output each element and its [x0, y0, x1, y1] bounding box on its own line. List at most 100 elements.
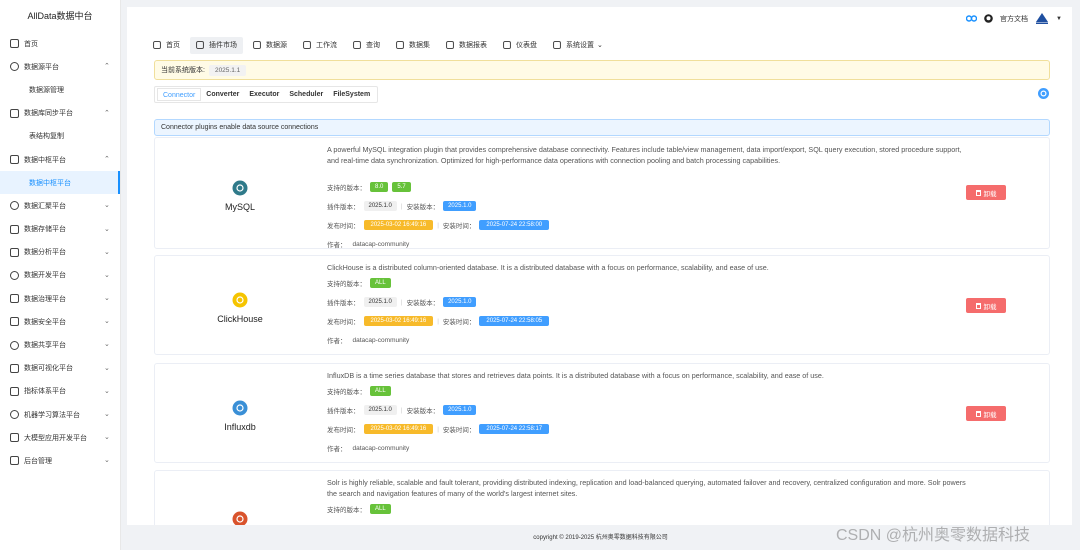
chevron-down-icon[interactable]: ▼	[1056, 16, 1062, 22]
tab-filesystem[interactable]: FileSystem	[328, 88, 375, 101]
sidebar-item-label: 数据开发平台	[24, 272, 66, 280]
publish-time-tag: 2025-03-02 16:49:16	[363, 220, 434, 230]
tab-scheduler[interactable]: Scheduler	[284, 88, 328, 101]
sidebar-item[interactable]: 数据安全平台 ⌄	[0, 310, 120, 333]
nav-item-label: 仪表盘	[516, 42, 537, 49]
sidebar-item-label: 数据汇聚平台	[24, 202, 66, 210]
workflow-icon	[303, 41, 311, 49]
author-value: datacap-community	[352, 336, 410, 344]
nav-item[interactable]: 数据源	[247, 37, 293, 54]
publish-time-label: 发布时间：	[327, 319, 360, 326]
plugin-type-tabs: Connector Converter Executor Scheduler FileS…	[154, 86, 379, 103]
sidebar-item[interactable]: 大模型应用开发平台 ⌄	[0, 426, 120, 449]
nav-item-label: 数据集	[409, 42, 430, 49]
sidebar-item-label: 数据安全平台	[24, 318, 66, 326]
uninstall-button[interactable]: 卸载	[966, 406, 1006, 421]
plugin-card: Solr is highly reliable, scalable and fa…	[154, 470, 1050, 525]
dataset-icon	[396, 41, 404, 49]
install-time-label: 安装时间：	[442, 319, 476, 326]
installed-version-tag: 2025.1.0	[443, 201, 477, 211]
trash-icon	[975, 302, 981, 309]
install-time-tag: 2025-07-24 22:58:17	[479, 424, 550, 434]
info-text: Connector plugins enable data source con…	[161, 124, 319, 131]
sidebar-item[interactable]: 数据源平台 ⌃	[0, 55, 120, 78]
sidebar-item[interactable]: 数据治理平台 ⌄	[0, 287, 120, 310]
time-row: 发布时间： 2025-03-02 16:49:16 | 安装时间： 2025-07-24…	[327, 316, 550, 326]
chevron-up-icon: ⌃	[104, 155, 110, 163]
chevron-down-icon: ⌄	[104, 411, 110, 418]
sidebar-subitem[interactable]: 表结构复制	[0, 124, 120, 148]
sidebar-item-label: 数据可视化平台	[24, 365, 73, 373]
plugin-logo-icon	[232, 292, 248, 308]
supported-versions-row: 支持的版本： ALL	[327, 386, 391, 396]
version-tag: ALL	[370, 504, 391, 514]
sidebar-item-label: 数据库同步平台	[24, 110, 73, 118]
nav-item-label: 首页	[166, 42, 180, 49]
install-time-label: 安装时间：	[442, 427, 476, 434]
installed-version-label: 安装版本：	[406, 408, 440, 415]
chevron-down-icon: ⌄	[597, 42, 603, 49]
nav-item[interactable]: 数据集	[390, 37, 436, 54]
nav-item[interactable]: 数据报表	[440, 37, 493, 54]
nav-item-label: 插件市场	[209, 42, 237, 49]
sidebar-item[interactable]: 机器学习算法平台 ⌄	[0, 403, 120, 426]
separator: |	[400, 202, 403, 210]
time-row: 发布时间： 2025-03-02 16:49:16 | 安装时间： 2025-07-24…	[327, 220, 550, 230]
sidebar-item[interactable]: 数据开发平台 ⌄	[0, 264, 120, 287]
sidebar-subitem[interactable]: 数据源管理	[0, 78, 120, 102]
sidebar-item[interactable]: 指标体系平台 ⌄	[0, 380, 120, 403]
settings-gear-icon[interactable]	[1038, 88, 1049, 99]
sidebar-item[interactable]: 数据存储平台 ⌄	[0, 218, 120, 241]
sidebar-item-label: 数据治理平台	[24, 295, 66, 303]
main-panel: 官方文档 ▼ 首页 插件市场 数据源 工作流 查询 数据集 数据报表 仪表盘 系统设置 ⌄ 当前…	[127, 7, 1072, 525]
sidebar-item-label: 数据中枢平台	[24, 156, 66, 164]
nav-item[interactable]: 插件市场	[190, 36, 243, 54]
github-icon[interactable]	[984, 14, 993, 23]
chevron-down-icon: ⌄	[104, 318, 110, 326]
tab-converter[interactable]: Converter	[201, 88, 244, 101]
version-row: 插件版本： 2025.1.0 | 安装版本： 2025.1.0	[327, 405, 477, 415]
nav-item[interactable]: 首页	[147, 37, 186, 54]
uninstall-button[interactable]: 卸载	[966, 185, 1006, 200]
sidebar-item[interactable]: 数据共享平台 ⌄	[0, 333, 120, 356]
nav-item[interactable]: 工作流	[297, 37, 343, 54]
sidebar-item[interactable]: 数据中枢平台 ⌃	[0, 148, 120, 171]
admin-icon	[10, 456, 19, 466]
author-value: datacap-community	[352, 240, 410, 248]
docs-link[interactable]: 官方文档	[1000, 14, 1028, 24]
sidebar-item[interactable]: 数据可视化平台 ⌄	[0, 357, 120, 380]
sidebar-item[interactable]: 首页	[0, 32, 120, 55]
nav-item[interactable]: 系统设置 ⌄	[547, 37, 609, 54]
tab-executor[interactable]: Executor	[244, 88, 284, 101]
chevron-down-icon: ⌄	[104, 248, 110, 256]
nav-item[interactable]: 仪表盘	[497, 37, 543, 54]
chevron-down-icon: ⌄	[104, 202, 110, 210]
sidebar-item[interactable]: 数据汇聚平台 ⌄	[0, 194, 120, 217]
sidebar-item[interactable]: 后台管理 ⌄	[0, 449, 120, 472]
sidebar-subitem[interactable]: 数据中枢平台	[0, 171, 120, 195]
version-tag: 2025.1.1	[208, 64, 247, 76]
connection-icon[interactable]	[965, 14, 978, 23]
sidebar-item-label: 后台管理	[24, 457, 52, 465]
plugin-card: Influxdb InfluxDB is a time series databa…	[154, 363, 1050, 463]
sidebar-item-label: 数据存储平台	[24, 226, 66, 234]
version-bar: 当前系统版本: 2025.1.1	[154, 60, 1050, 80]
sidebar-item[interactable]: 数据库同步平台 ⌃	[0, 102, 120, 125]
nav-item-label: 数据报表	[459, 42, 487, 49]
author-label: 作者：	[327, 446, 347, 453]
user-avatar[interactable]	[1035, 13, 1049, 24]
tab-connector[interactable]: Connector	[157, 88, 202, 101]
nav-item[interactable]: 查询	[347, 37, 386, 54]
supported-versions-label: 支持的版本：	[327, 507, 366, 514]
chevron-down-icon: ⌄	[104, 457, 110, 465]
author-row: 作者： datacap-community	[327, 239, 410, 250]
sidebar-item[interactable]: 数据分析平台 ⌄	[0, 241, 120, 264]
publish-time-tag: 2025-03-02 16:49:16	[363, 424, 434, 434]
top-nav: 首页 插件市场 数据源 工作流 查询 数据集 数据报表 仪表盘 系统设置 ⌄	[127, 36, 609, 54]
chevron-down-icon: ⌄	[104, 387, 110, 395]
uninstall-button[interactable]: 卸载	[966, 298, 1006, 313]
supported-versions-label: 支持的版本：	[327, 281, 366, 288]
plugin-description: A powerful MySQL integration plugin that…	[327, 145, 962, 165]
nav-item-label: 数据源	[266, 42, 287, 49]
plugin-version-tag: 2025.1.0	[363, 201, 397, 211]
